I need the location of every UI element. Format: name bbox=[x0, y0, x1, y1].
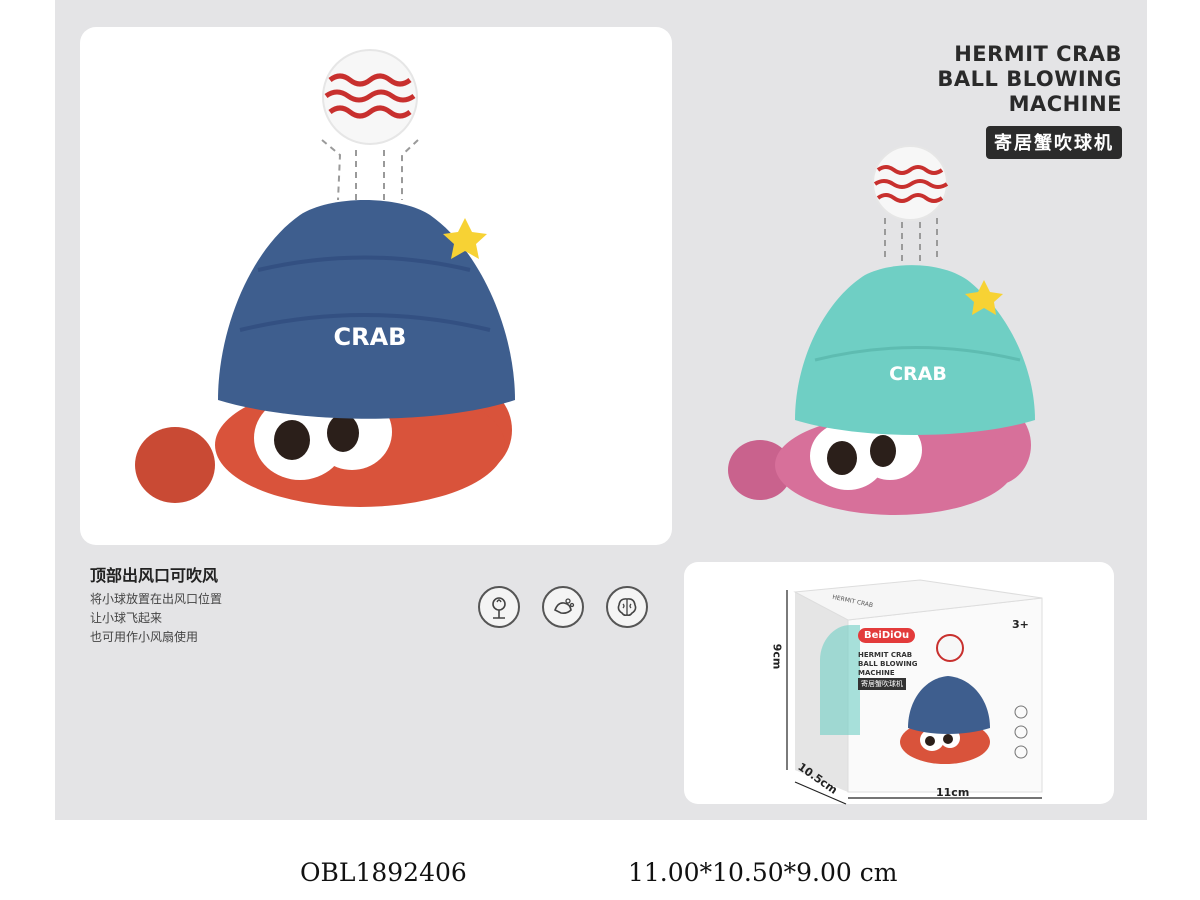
striped-ball-small bbox=[872, 145, 949, 221]
airflow-lines bbox=[321, 139, 419, 201]
package-title-line: BALL BLOWING bbox=[858, 660, 918, 668]
feature-line: 让小球飞起来 bbox=[90, 611, 163, 625]
package-brand-badge: BeiDiOu bbox=[858, 628, 916, 643]
package-box bbox=[786, 579, 1043, 805]
crab-label-small: CRAB bbox=[889, 363, 947, 385]
crab-label: CRAB bbox=[334, 323, 407, 351]
product-title-cn: 寄居蟹吹球机 bbox=[986, 126, 1122, 159]
package-title-line: HERMIT CRAB bbox=[858, 651, 913, 659]
feature-icon-row bbox=[478, 586, 648, 628]
package-title: HERMIT CRAB BALL BLOWING MACHINE bbox=[858, 651, 918, 678]
blue-crab-toy: CRAB bbox=[135, 49, 515, 507]
title-line: BALL BLOWING bbox=[937, 67, 1122, 91]
brain-icon bbox=[606, 586, 648, 628]
product-title-en: HERMIT CRAB BALL BLOWING MACHINE bbox=[937, 42, 1122, 117]
package-height-label: 9cm bbox=[770, 643, 784, 670]
feature-line: 将小球放置在出风口位置 bbox=[90, 592, 223, 606]
title-line: HERMIT CRAB bbox=[954, 42, 1122, 66]
teal-crab-toy: CRAB bbox=[728, 145, 1035, 515]
striped-ball bbox=[322, 49, 418, 145]
package-title-cn: 寄居蟹吹球机 bbox=[858, 678, 906, 690]
package-width-label: 11cm bbox=[936, 786, 970, 799]
airflow-lines-small bbox=[884, 218, 938, 262]
sprout-head-icon bbox=[478, 586, 520, 628]
feature-heading: 顶部出风口可吹风 bbox=[90, 566, 219, 585]
package-title-line: MACHINE bbox=[858, 669, 895, 677]
feature-line: 也可用作小风扇使用 bbox=[90, 630, 199, 644]
product-dimensions: 11.00*10.50*9.00 cm bbox=[628, 858, 898, 887]
product-sku: OBL1892406 bbox=[300, 858, 467, 887]
title-line: MACHINE bbox=[1008, 92, 1122, 116]
package-age-rating: 3+ bbox=[1012, 618, 1029, 631]
hand-gesture-icon bbox=[542, 586, 584, 628]
feature-description: 将小球放置在出风口位置 让小球飞起来 也可用作小风扇使用 bbox=[90, 590, 222, 647]
